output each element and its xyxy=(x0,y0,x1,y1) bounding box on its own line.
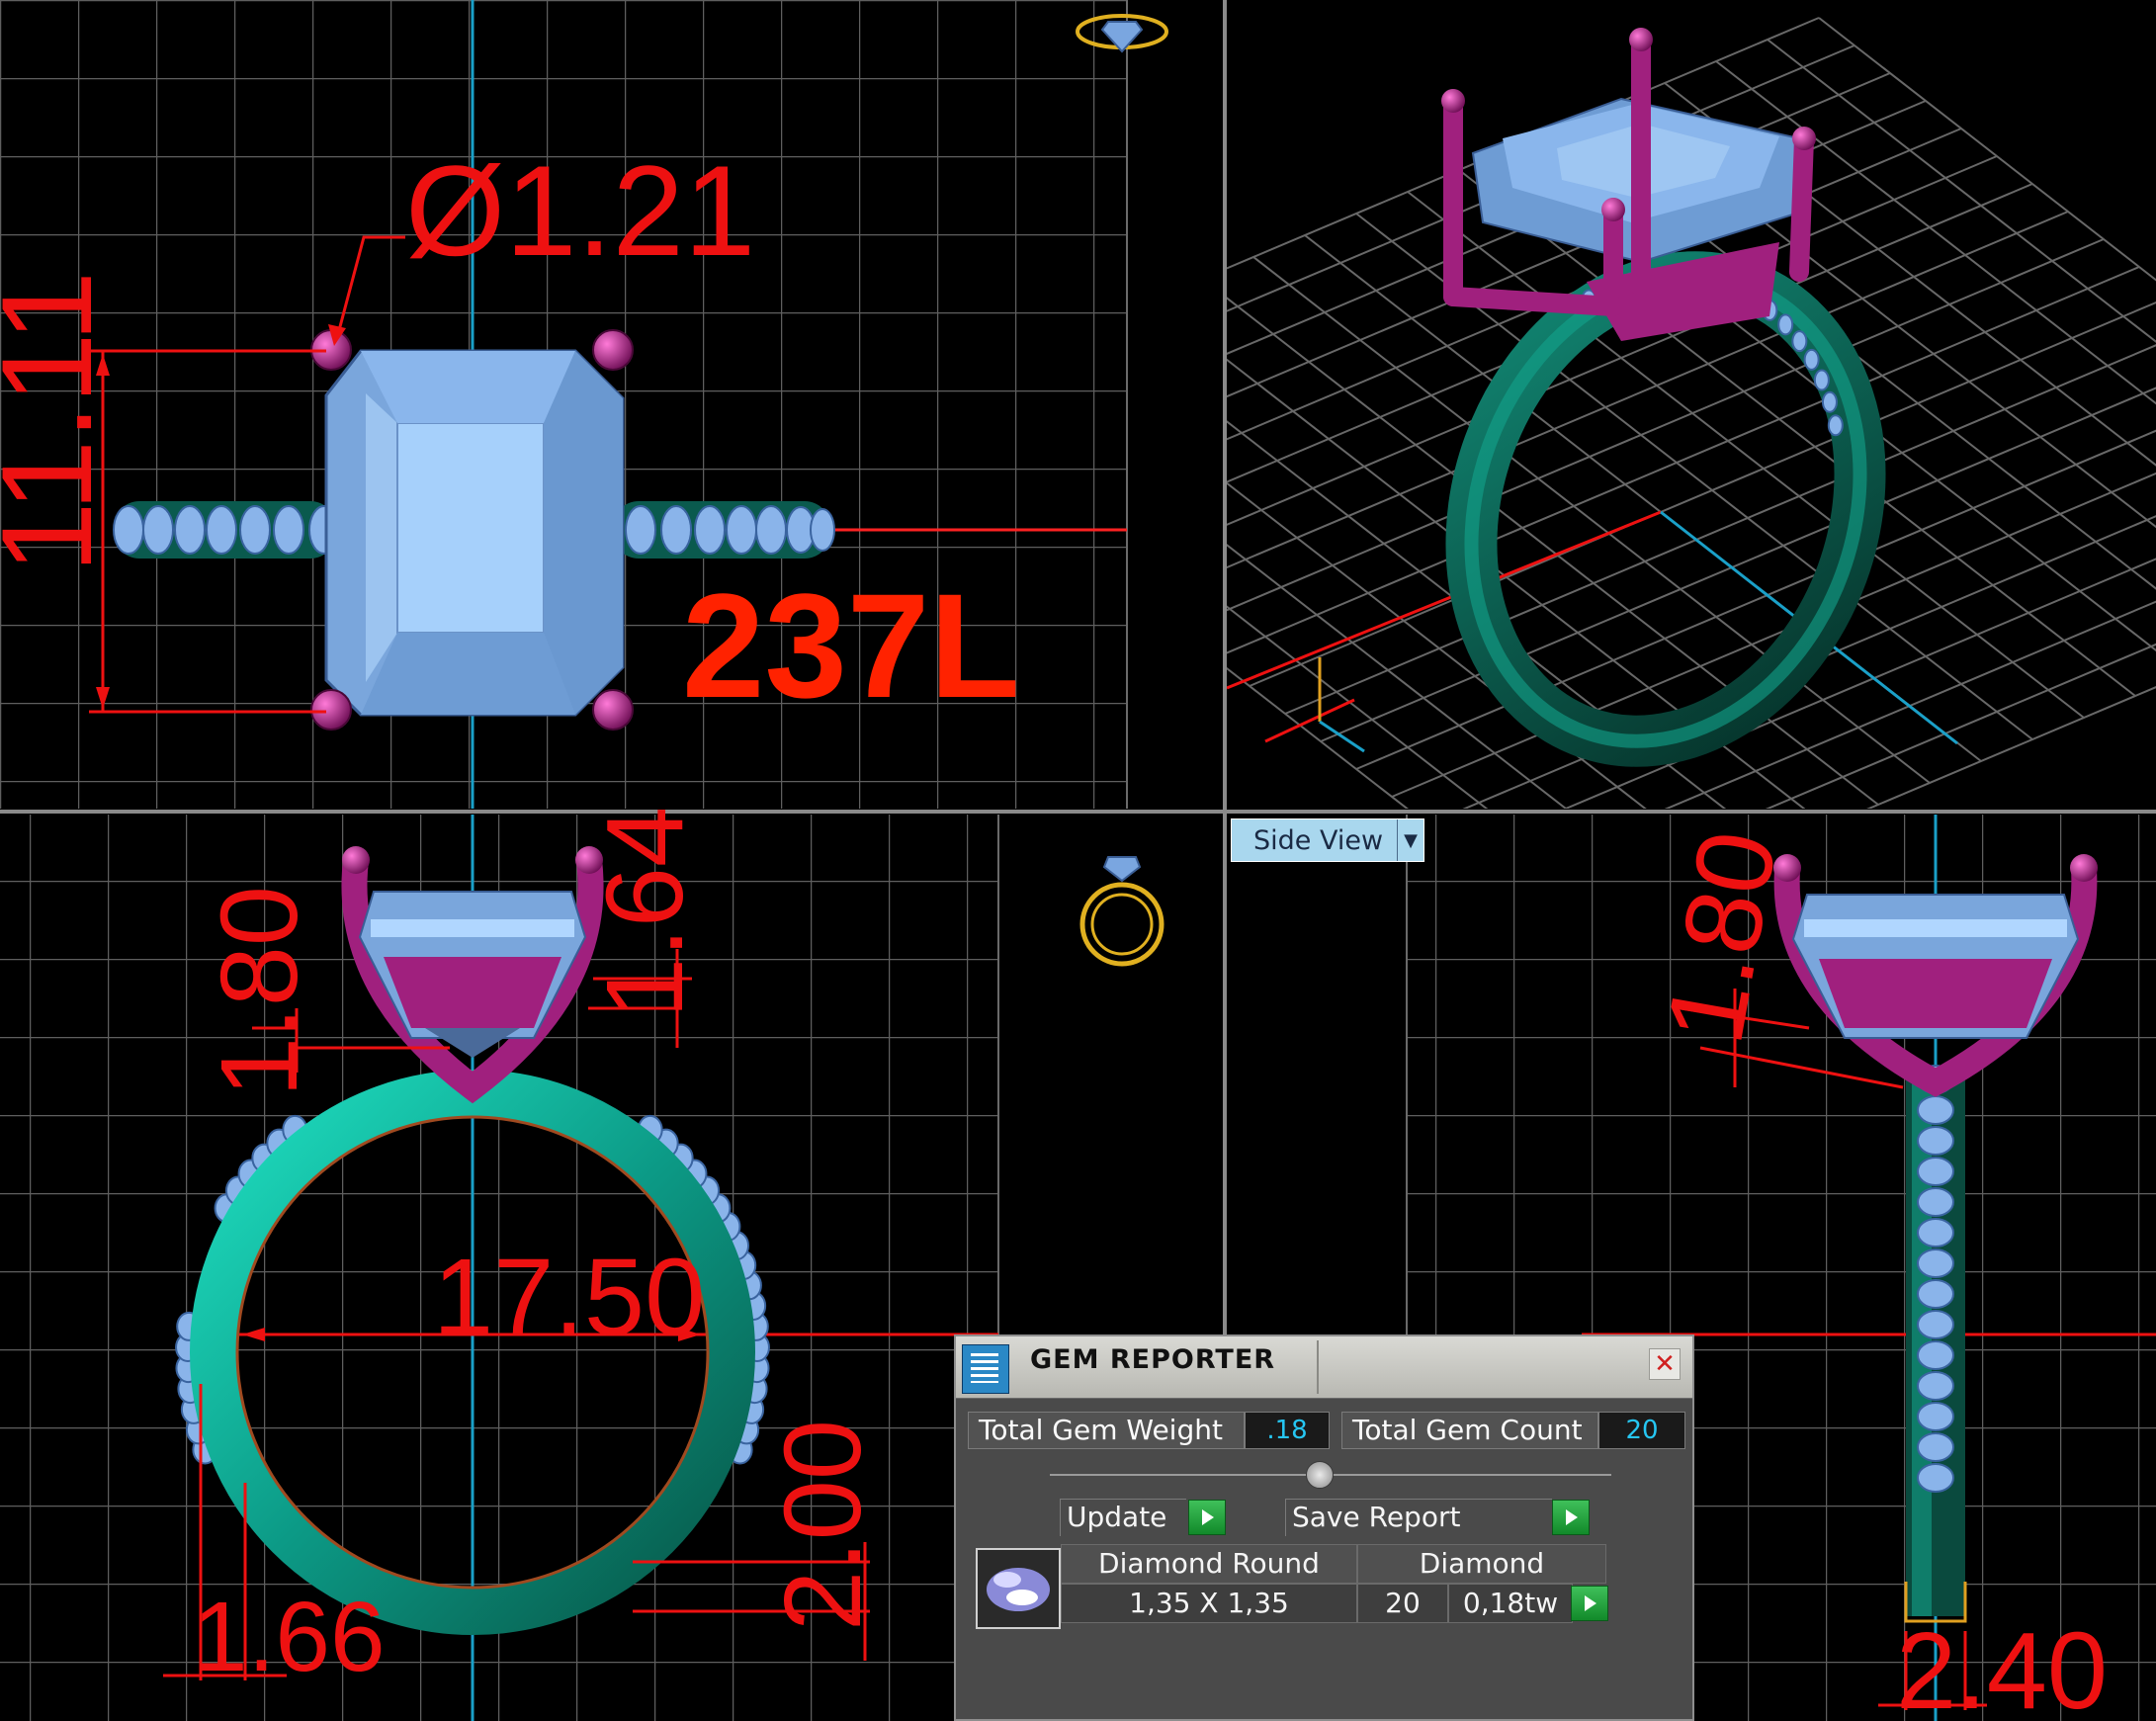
dim-shank-width-bottom: 1.66 xyxy=(193,1582,386,1692)
splitter-handle[interactable] xyxy=(1306,1461,1334,1489)
gem-size: 1,35 X 1,35 xyxy=(1061,1584,1357,1623)
gem-select-play-arrow-icon[interactable] xyxy=(1571,1586,1608,1621)
center-stone-top xyxy=(324,349,625,717)
update-button[interactable]: Update xyxy=(1060,1499,1186,1536)
gem-reporter-panel: GEM REPORTER ✕ Total Gem Weight .18 Tota… xyxy=(954,1334,1694,1721)
total-gem-count-value: 20 xyxy=(1598,1412,1685,1449)
ring-size-label: 237L xyxy=(682,562,1020,729)
gem-name: Diamond Round xyxy=(1061,1544,1357,1584)
total-gem-weight-value: .18 xyxy=(1245,1412,1330,1449)
dim-inner-diameter: 17.50 xyxy=(433,1237,705,1358)
titlebar-divider xyxy=(1317,1340,1319,1394)
total-gem-count-label: Total Gem Count xyxy=(1341,1412,1598,1449)
dim-front-prong-height: 1.80 xyxy=(199,886,320,1097)
gem-material: Diamond xyxy=(1357,1544,1606,1584)
dropdown-arrow-icon[interactable]: ▼ xyxy=(1397,819,1423,861)
dim-front-depth: 1.64 xyxy=(584,807,706,1018)
diamond-round-thumbnail[interactable] xyxy=(976,1548,1061,1629)
dim-side-width-bottom: 2.40 xyxy=(1896,1610,2108,1721)
save-report-button[interactable]: Save Report xyxy=(1285,1499,1552,1536)
view-selector-label: Side View xyxy=(1253,824,1384,856)
view-selector-dropdown[interactable]: Side View ▼ xyxy=(1231,818,1424,862)
gem-list: Diamond Round 1,35 X 1,35 Diamond 20 0,1… xyxy=(976,1544,1673,1638)
save-report-play-arrow-icon[interactable] xyxy=(1552,1500,1590,1535)
close-icon[interactable]: ✕ xyxy=(1649,1348,1681,1380)
total-gem-weight-label: Total Gem Weight xyxy=(968,1412,1245,1449)
gem-weight: 0,18tw xyxy=(1448,1584,1573,1623)
dim-shank-thickness: 2.00 xyxy=(762,1420,884,1631)
dim-prong-diameter: Ø1.21 xyxy=(405,138,755,283)
top-view-viewport[interactable]: Ø1.21 11.11 237L xyxy=(0,0,1225,809)
update-play-arrow-icon[interactable] xyxy=(1188,1500,1226,1535)
gem-reporter-icon xyxy=(962,1344,1009,1394)
gem-count: 20 xyxy=(1357,1584,1448,1623)
dim-stone-length: 11.11 xyxy=(0,271,119,573)
gem-reporter-title: GEM REPORTER xyxy=(1030,1344,1276,1375)
gem-reporter-titlebar[interactable]: GEM REPORTER ✕ xyxy=(956,1336,1692,1399)
